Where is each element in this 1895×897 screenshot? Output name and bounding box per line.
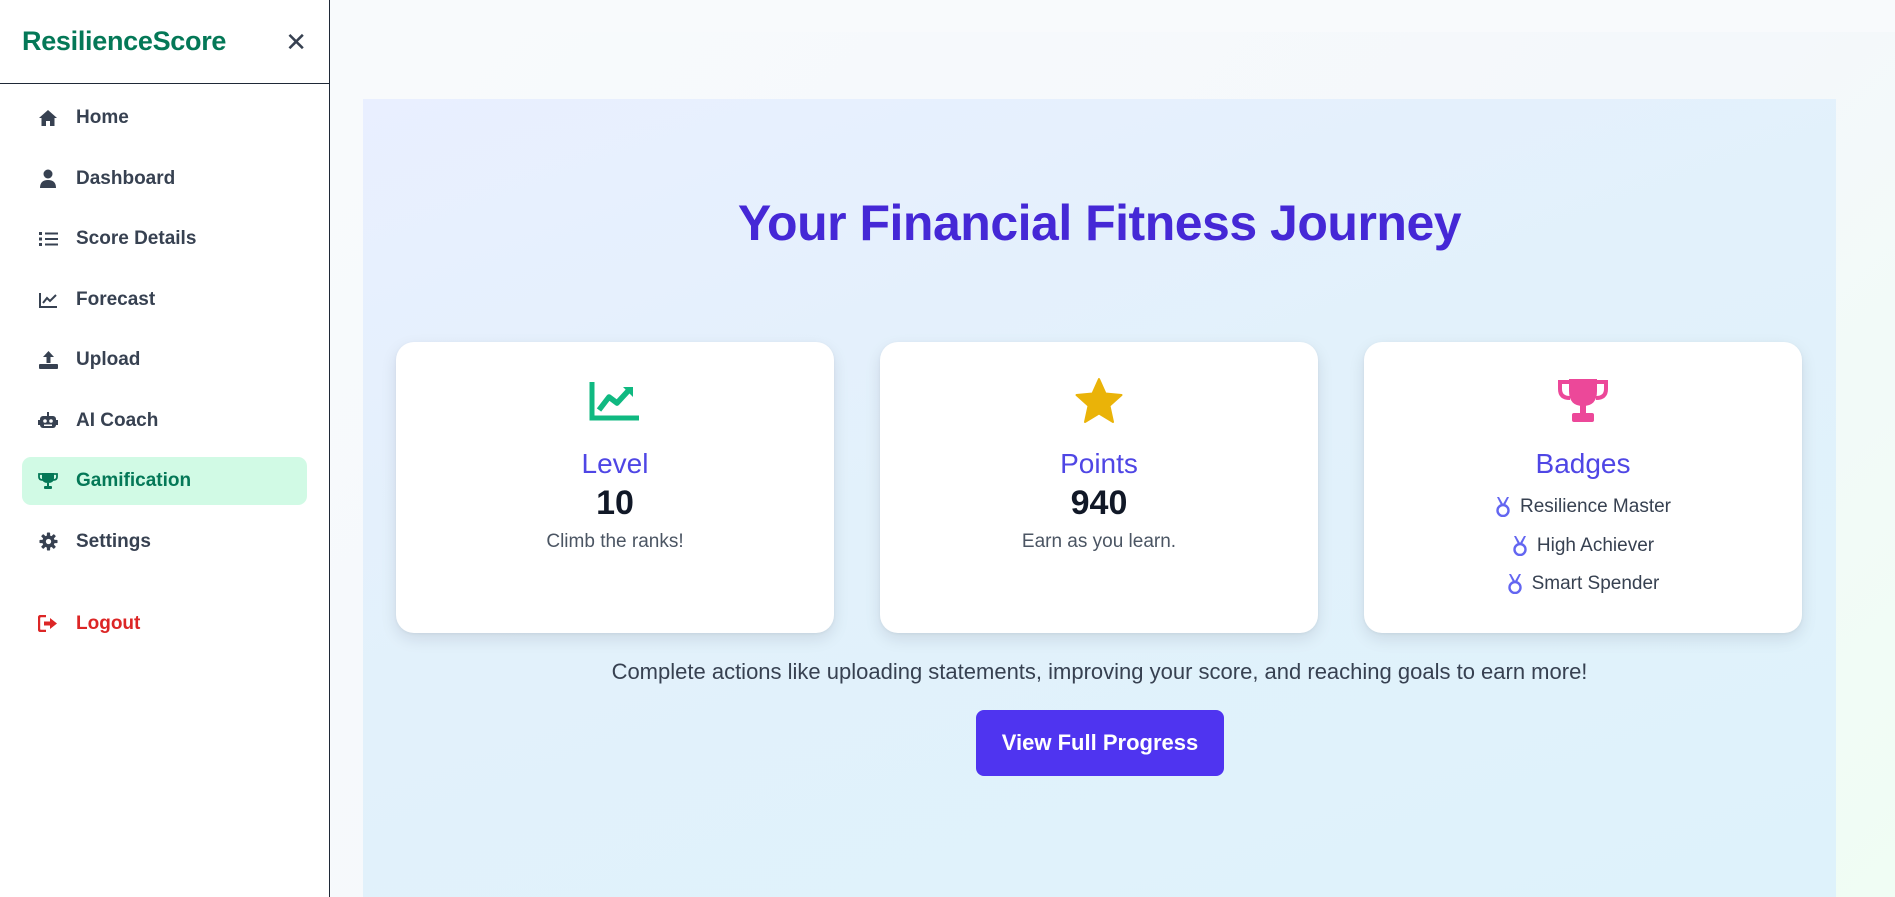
top-bar <box>331 0 1895 32</box>
badge-item: Resilience Master <box>1364 488 1802 527</box>
sidebar-item-settings[interactable]: Settings <box>22 518 307 566</box>
badge-label: Smart Spender <box>1531 573 1660 595</box>
app: ResilienceScore ✕ Home Dashboard Score D… <box>0 0 1895 897</box>
robot-icon <box>37 411 59 431</box>
cta-description: Complete actions like uploading statemen… <box>611 659 1588 684</box>
sidebar: ResilienceScore ✕ Home Dashboard Score D… <box>0 0 330 897</box>
sidebar-item-forecast[interactable]: Forecast <box>22 276 307 324</box>
gear-icon <box>37 532 59 552</box>
sidebar-item-gamification[interactable]: Gamification <box>22 457 307 505</box>
main-content: Your Financial Fitness Journey Level 10 … <box>331 0 1895 897</box>
points-card: Points 940 Earn as you learn. <box>880 342 1318 633</box>
trophy-icon <box>1364 376 1802 426</box>
page-title: Your Financial Fitness Journey <box>737 195 1462 251</box>
user-icon <box>37 169 59 189</box>
logout-label: Logout <box>76 612 141 634</box>
sidebar-item-label: Dashboard <box>76 167 176 189</box>
level-value: 10 <box>596 484 634 522</box>
sidebar-item-label: Settings <box>76 530 151 552</box>
level-subtext: Climb the ranks! <box>546 531 684 552</box>
sidebar-item-label: Home <box>76 107 129 128</box>
sign-out-icon <box>37 614 59 634</box>
badges-label: Badges <box>1535 448 1631 479</box>
sidebar-nav: Home Dashboard Score Details Forecast Up… <box>0 84 329 648</box>
sidebar-item-label: Forecast <box>76 288 156 310</box>
medal-icon <box>1507 574 1523 595</box>
badge-label: Resilience Master <box>1520 496 1671 518</box>
medal-icon <box>1512 535 1528 556</box>
points-label: Points <box>1060 448 1138 479</box>
sidebar-item-dashboard[interactable]: Dashboard <box>22 155 307 203</box>
home-icon <box>37 108 59 128</box>
trophy-icon <box>37 471 59 491</box>
logout-button[interactable]: Logout <box>22 600 307 648</box>
sidebar-item-label: AI Coach <box>76 409 159 431</box>
main-body: Your Financial Fitness Journey Level 10 … <box>331 32 1895 897</box>
badge-label: High Achiever <box>1536 534 1655 556</box>
sidebar-item-ai-coach[interactable]: AI Coach <box>22 397 307 445</box>
level-card: Level 10 Climb the ranks! <box>396 342 834 633</box>
badges-card: Badges Resilience Master High Achiever S… <box>1364 342 1802 633</box>
sidebar-item-score-details[interactable]: Score Details <box>22 215 307 263</box>
sidebar-item-upload[interactable]: Upload <box>22 336 307 384</box>
sidebar-item-label: Upload <box>76 349 141 370</box>
sidebar-header: ResilienceScore ✕ <box>0 0 329 84</box>
badge-item: High Achiever <box>1364 527 1802 566</box>
badge-list: Resilience Master High Achiever Smart Sp… <box>1364 488 1802 604</box>
line-chart-icon <box>37 290 59 310</box>
trend-up-icon <box>396 376 834 426</box>
medal-icon <box>1495 497 1511 518</box>
close-icon[interactable]: ✕ <box>285 29 307 55</box>
sidebar-item-home[interactable]: Home <box>22 94 307 142</box>
badge-item: Smart Spender <box>1364 565 1802 604</box>
view-full-progress-button[interactable]: View Full Progress <box>976 710 1224 776</box>
upload-icon <box>37 350 59 370</box>
sidebar-item-label: Gamification <box>76 470 192 491</box>
level-label: Level <box>581 448 649 479</box>
gamification-panel: Your Financial Fitness Journey Level 10 … <box>363 99 1836 897</box>
brand-logo: ResilienceScore <box>22 26 227 56</box>
points-subtext: Earn as you learn. <box>1021 531 1177 552</box>
star-icon <box>880 376 1318 426</box>
points-value: 940 <box>1070 484 1128 522</box>
sidebar-item-label: Score Details <box>76 228 197 249</box>
list-icon <box>37 229 59 249</box>
